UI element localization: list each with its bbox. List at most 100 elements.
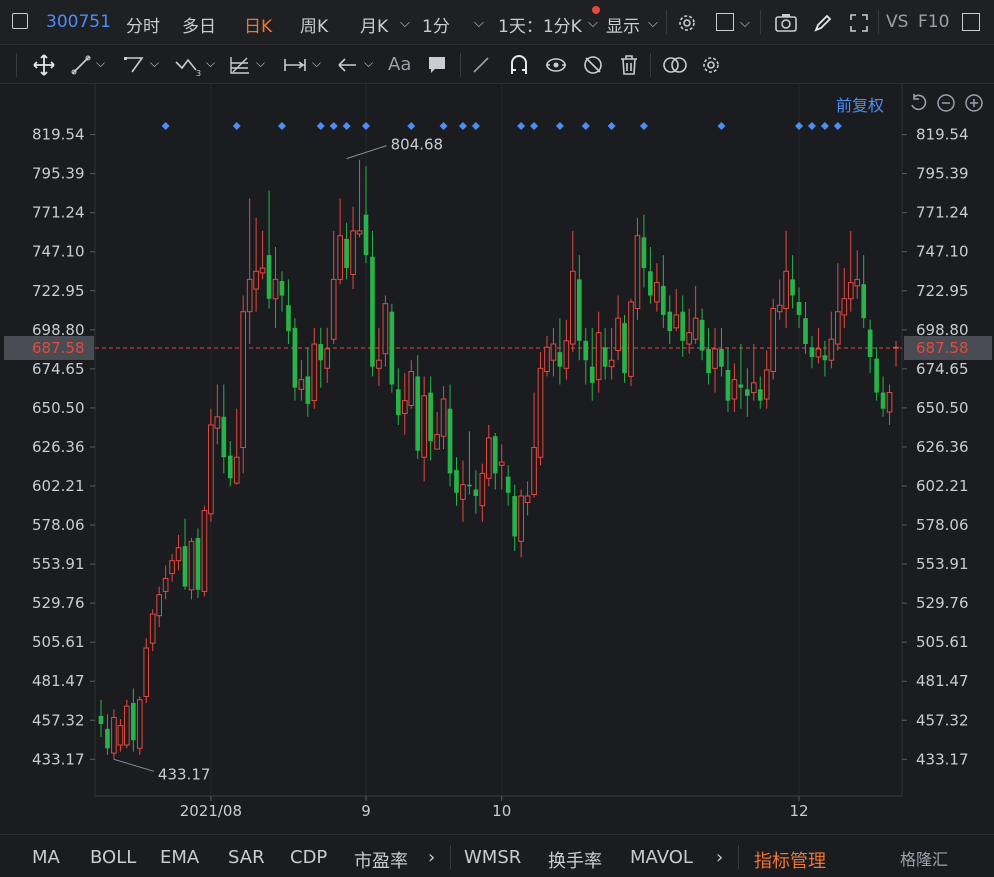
event-marker xyxy=(795,122,804,130)
notification-dot-icon xyxy=(592,6,600,14)
candle-body-up xyxy=(401,400,408,415)
indicator-turnover[interactable]: 换手率 xyxy=(548,847,602,873)
candle-body-up xyxy=(886,392,893,413)
indicator-wmsr[interactable]: WMSR xyxy=(464,847,521,868)
sidebar-toggle-icon[interactable] xyxy=(12,13,28,29)
chevron-right-icon[interactable]: › xyxy=(428,847,435,868)
candle-body-up xyxy=(828,338,835,361)
eye-icon[interactable] xyxy=(544,54,568,76)
event-marker xyxy=(342,122,351,130)
chevron-down-icon[interactable]: ⌵ xyxy=(740,16,750,31)
candle-body-up xyxy=(498,461,505,466)
chevron-down-icon[interactable]: ⌵ xyxy=(364,56,373,71)
chevron-down-icon[interactable]: ⌵ xyxy=(400,16,410,31)
candle-body-down xyxy=(648,271,653,296)
indicator-manage[interactable]: 指标管理 xyxy=(754,847,826,873)
tab-monthly-k[interactable]: 月K xyxy=(360,12,388,37)
hide-icon[interactable] xyxy=(582,54,604,76)
indicator-boll[interactable]: BOLL xyxy=(90,847,136,868)
stock-code[interactable]: 300751 xyxy=(46,12,111,32)
arrow-icon[interactable] xyxy=(336,54,358,76)
candle-body-down xyxy=(861,284,867,319)
candle-body-up xyxy=(537,367,544,458)
chevron-down-icon[interactable]: ⌵ xyxy=(206,56,215,71)
indicator-sar[interactable]: SAR xyxy=(228,847,265,868)
pen-icon[interactable] xyxy=(470,54,492,76)
chevron-down-icon[interactable]: ⌵ xyxy=(312,56,321,71)
pencil-icon[interactable] xyxy=(812,12,834,34)
period-selector[interactable]: 1天：1分K xyxy=(498,12,582,37)
polyline-icon[interactable] xyxy=(122,54,146,76)
candle-body-up xyxy=(634,235,641,309)
candle-body-down xyxy=(182,546,188,587)
candle-body-down xyxy=(641,237,647,269)
tab-intraday[interactable]: 分时 xyxy=(126,12,160,37)
indicator-ema[interactable]: EMA xyxy=(160,847,199,868)
candle-body-up xyxy=(408,371,415,406)
indicator-ma[interactable]: MA xyxy=(32,847,60,868)
candle-body-up xyxy=(563,340,570,369)
candlestick-chart[interactable]: 819.54 819.54 795.39 795.39 771.24 771.24 747.… xyxy=(0,84,994,834)
chevron-down-icon[interactable]: ⌵ xyxy=(648,16,658,31)
candle-body-up xyxy=(654,282,660,303)
tab-weekly-k[interactable]: 周K xyxy=(300,12,328,37)
fullscreen-icon[interactable] xyxy=(848,12,870,34)
chevron-down-icon[interactable]: ⌵ xyxy=(96,56,105,71)
chevron-down-icon[interactable]: ⌵ xyxy=(474,16,484,31)
y-tick-label-right: 771.24 xyxy=(916,204,969,222)
line-icon[interactable] xyxy=(70,54,92,76)
candle-body-up xyxy=(479,472,486,507)
candle-body-up xyxy=(893,346,899,349)
y-tick-label-right: 578.06 xyxy=(916,516,969,534)
move-icon[interactable] xyxy=(32,53,56,77)
candle-body-up xyxy=(595,332,602,381)
chevron-right-icon[interactable]: › xyxy=(716,847,723,868)
fib-icon[interactable] xyxy=(228,54,252,76)
gear-icon[interactable] xyxy=(676,12,698,34)
chevron-down-icon[interactable]: ⌵ xyxy=(256,56,265,71)
chevron-down-icon[interactable]: ⌵ xyxy=(588,16,598,31)
window-icon[interactable] xyxy=(962,13,980,31)
event-marker xyxy=(530,122,539,130)
square-icon[interactable] xyxy=(716,13,734,31)
trash-icon[interactable] xyxy=(618,53,640,77)
magnet-icon[interactable] xyxy=(508,53,530,77)
y-tick-label-right: 722.95 xyxy=(916,282,969,300)
indicator-cdp[interactable]: CDP xyxy=(290,847,327,868)
candle-body-up xyxy=(298,379,305,390)
indicator-pe[interactable]: 市盈率 xyxy=(354,847,408,873)
y-tick-label-left: 529.76 xyxy=(32,594,85,612)
event-marker xyxy=(329,122,338,130)
range-icon[interactable] xyxy=(282,54,308,76)
y-tick-label-left: 795.39 xyxy=(32,165,85,183)
indicator-mavol[interactable]: MAVOL xyxy=(630,847,693,868)
candle-body-up xyxy=(692,317,699,340)
candle-body-down xyxy=(428,392,433,442)
candle-body-up xyxy=(311,343,318,402)
tab-multiday[interactable]: 多日 xyxy=(182,12,216,37)
candle-body-up xyxy=(531,447,537,495)
vs-button[interactable]: VS xyxy=(886,12,908,32)
f10-button[interactable]: F10 xyxy=(918,12,949,32)
candle-body-up xyxy=(763,369,770,400)
candle-body-down xyxy=(98,715,104,725)
x-tick-label: 9 xyxy=(361,802,371,820)
camera-icon[interactable] xyxy=(774,12,798,34)
comment-icon[interactable] xyxy=(426,54,448,76)
candle-body-up xyxy=(233,456,240,484)
chevron-down-icon[interactable]: ⌵ xyxy=(150,56,159,71)
layers-icon[interactable] xyxy=(662,54,688,76)
y-tick-label-right: 674.65 xyxy=(916,360,969,378)
event-marker xyxy=(471,122,480,130)
display-menu[interactable]: 显示 xyxy=(606,12,640,37)
settings-icon[interactable] xyxy=(700,54,722,76)
candle-body-up xyxy=(162,577,169,592)
candle-body-up xyxy=(524,495,531,503)
candle-body-up xyxy=(841,298,848,316)
wave-icon[interactable]: 3 xyxy=(174,54,202,78)
text-aa-icon[interactable]: Aa xyxy=(388,54,411,75)
candle-body-up xyxy=(421,395,427,458)
svg-text:3: 3 xyxy=(196,69,201,78)
tab-1min[interactable]: 1分 xyxy=(422,12,450,37)
tab-daily-k[interactable]: 日K xyxy=(244,12,272,37)
